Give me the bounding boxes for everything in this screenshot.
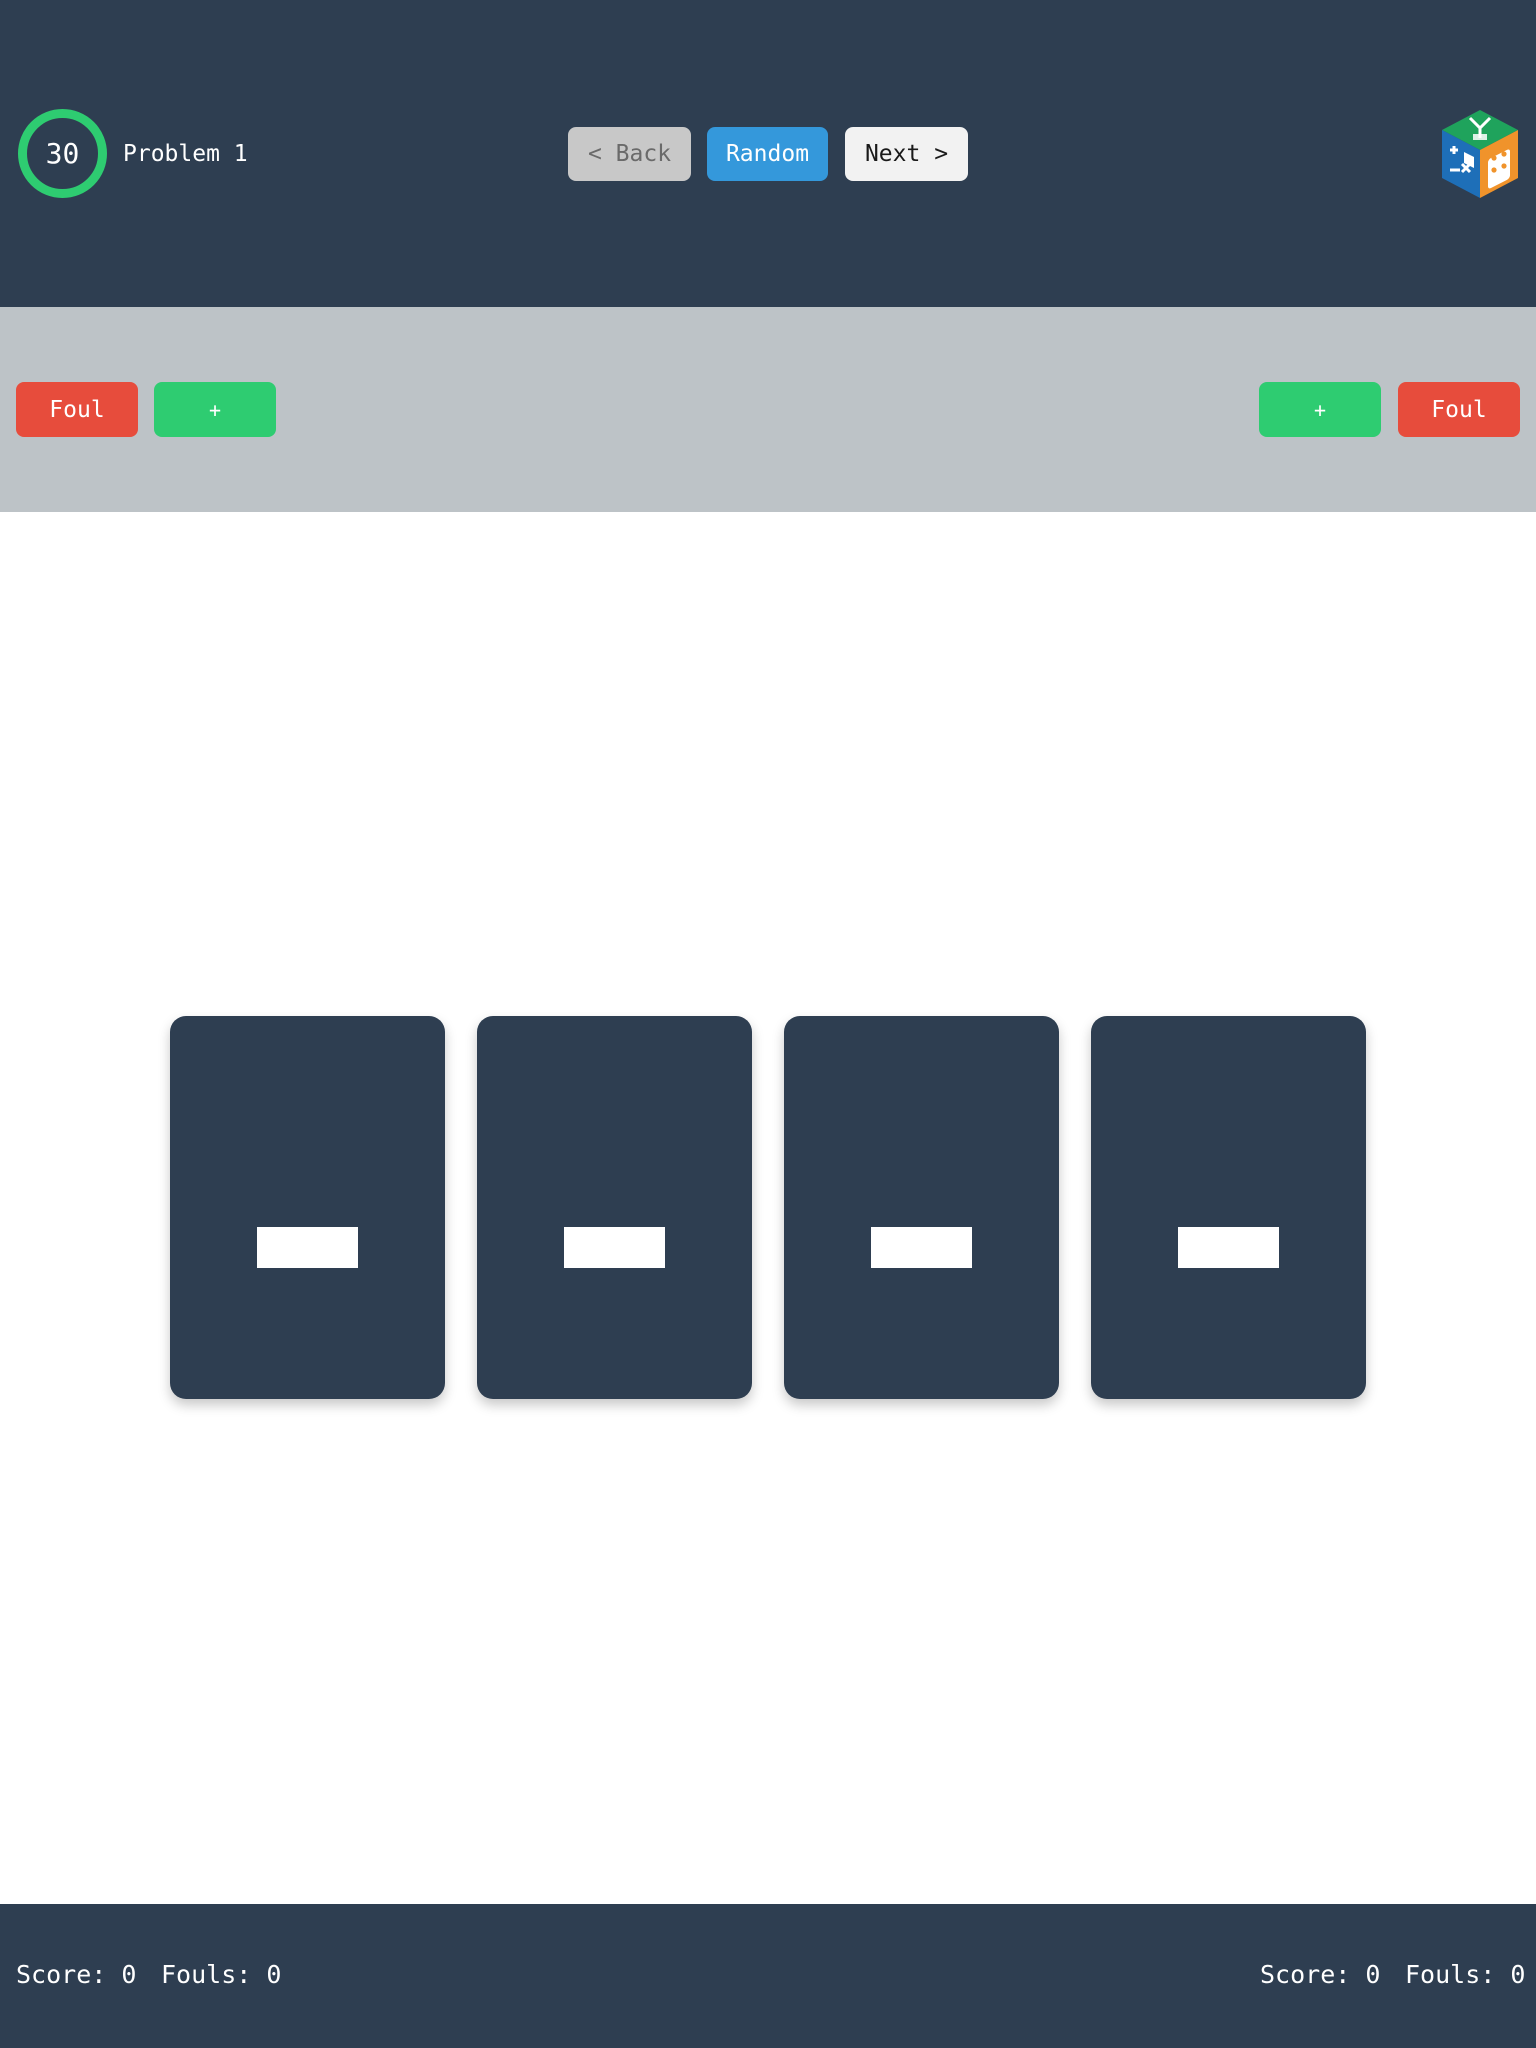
random-button[interactable]: Random — [707, 127, 828, 181]
timer-value: 30 — [45, 137, 80, 170]
right-foul-button[interactable]: Foul — [1398, 382, 1520, 437]
right-score: Score: 0 — [1260, 1960, 1381, 1989]
top-header: 30 Problem 1 < Back Random Next > — [0, 0, 1536, 307]
number-card-2[interactable] — [477, 1016, 752, 1399]
problem-label: Problem 1 — [123, 141, 248, 167]
number-card-3[interactable] — [784, 1016, 1059, 1399]
left-add-point-button[interactable]: + — [154, 382, 276, 437]
right-fouls: Fouls: 0 — [1405, 1960, 1526, 1989]
number-card-4[interactable] — [1091, 1016, 1366, 1399]
next-button[interactable]: Next > — [845, 127, 968, 181]
card-value-slot — [1178, 1227, 1279, 1268]
card-value-slot — [564, 1227, 665, 1268]
card-value-slot — [257, 1227, 358, 1268]
left-foul-button[interactable]: Foul — [16, 382, 138, 437]
countdown-timer: 30 — [18, 109, 107, 198]
number-card-1[interactable] — [170, 1016, 445, 1399]
card-value-slot — [871, 1227, 972, 1268]
left-fouls: Fouls: 0 — [161, 1960, 282, 1989]
left-score: Score: 0 — [16, 1960, 137, 1989]
team-control-bar: Foul + + Foul — [0, 307, 1536, 512]
back-button[interactable]: < Back — [568, 127, 691, 181]
score-footer: Score: 0 Fouls: 0 Score: 0 Fouls: 0 — [0, 1904, 1536, 2048]
right-add-point-button[interactable]: + — [1259, 382, 1381, 437]
math-dice-cube-logo-icon — [1442, 110, 1518, 198]
